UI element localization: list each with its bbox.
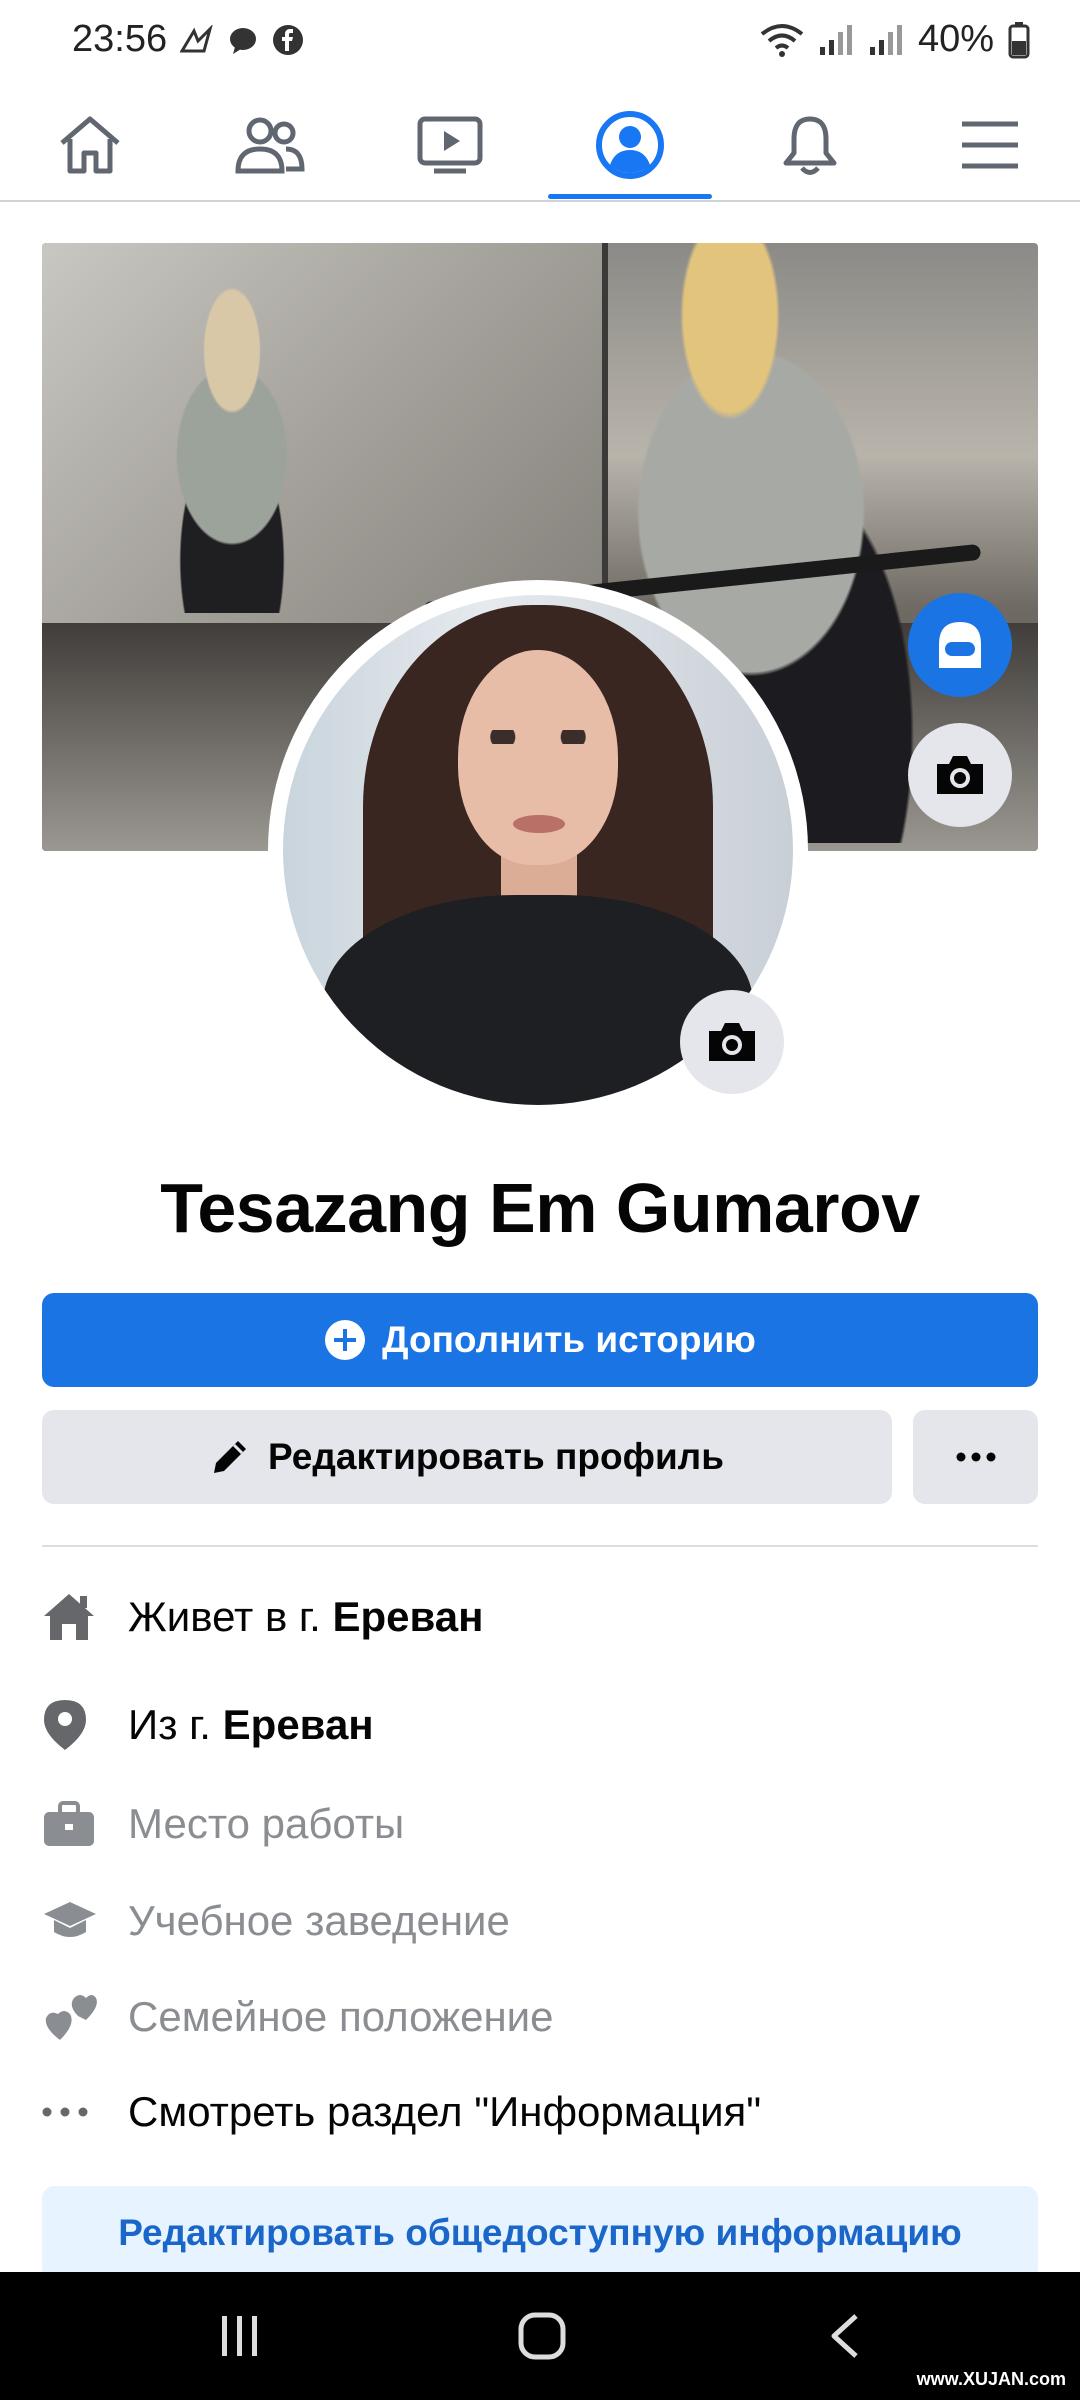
cover-person-reflection: [112, 263, 352, 613]
profile-icon: [596, 111, 664, 179]
more-dots-icon: [956, 1452, 995, 1462]
info-education[interactable]: Учебное заведение: [42, 1896, 1038, 1946]
add-to-story-label: Дополнить историю: [382, 1319, 756, 1360]
pencil-icon: [214, 1441, 247, 1473]
watermark: www.XUJAN.com: [916, 2369, 1066, 2389]
see-about-label: Смотреть раздел "Информация": [128, 2088, 762, 2135]
more-dots-icon: [42, 2107, 88, 2117]
tab-home[interactable]: [0, 90, 180, 200]
back-icon[interactable]: [828, 2312, 860, 2360]
edit-public-details-label: Редактировать общедоступную информацию: [118, 2212, 962, 2253]
avatar-lips: [513, 815, 565, 833]
profile-name: Tesazang Em Gumarov: [160, 1169, 920, 1247]
avatar-eyes: [483, 730, 593, 744]
battery-percent: 40%: [917, 18, 994, 60]
status-time: 23:56: [72, 18, 168, 60]
hearts-icon: [45, 1995, 97, 2040]
battery-icon: [1008, 21, 1030, 58]
edit-cover-photo-button[interactable]: [908, 723, 1012, 827]
add-to-story-button[interactable]: Дополнить историю: [42, 1293, 1038, 1387]
info-workplace-icon-wrap: [42, 1800, 128, 1848]
recent-apps-icon[interactable]: [218, 2314, 262, 2358]
tab-watch[interactable]: [360, 90, 540, 200]
messenger-icon: [230, 28, 256, 54]
graduation-cap-icon: [44, 1902, 96, 1937]
camera-icon: [709, 1023, 755, 1061]
video-icon: [417, 116, 483, 174]
avatar-creator-button[interactable]: [908, 593, 1012, 697]
system-navigation-bar: www.XUJAN.com: [0, 2272, 1080, 2400]
edit-profile-button[interactable]: Редактировать профиль: [42, 1410, 892, 1504]
info-workplace[interactable]: Место работы: [42, 1800, 1038, 1848]
facebook-icon: [273, 25, 303, 55]
relationship-label: Семейное положение: [128, 1993, 554, 2040]
info-lives-in-icon-wrap: [42, 1592, 128, 1642]
avatar-face-icon: [939, 622, 981, 668]
info-see-about-icon-wrap: [42, 2107, 128, 2117]
plus-circle-icon: [325, 1320, 366, 1360]
info-education-icon-wrap: [42, 1896, 128, 1946]
lives-in-prefix: Живет в г.: [128, 1593, 321, 1640]
bell-icon: [783, 116, 837, 175]
friends-icon: [235, 117, 305, 174]
status-bar: 23:56 40%: [0, 0, 1080, 86]
from-prefix: Из г.: [128, 1701, 211, 1748]
education-label: Учебное заведение: [128, 1897, 510, 1944]
status-app-icons: [180, 24, 304, 56]
edit-profile-picture-button[interactable]: [680, 990, 784, 1094]
section-divider: [42, 1545, 1038, 1547]
hamburger-icon: [962, 121, 1018, 169]
camera-icon: [937, 756, 983, 794]
active-tab-indicator: [548, 194, 712, 199]
lives-in-city[interactable]: Ереван: [332, 1593, 483, 1641]
briefcase-icon: [44, 1801, 94, 1846]
home-filled-icon: [44, 1594, 94, 1640]
tab-profile[interactable]: [540, 90, 720, 200]
home-button-icon[interactable]: [518, 2312, 566, 2360]
edit-public-details-button[interactable]: Редактировать общедоступную информацию: [42, 2186, 1038, 2280]
location-pin-icon: [44, 1700, 86, 1750]
tab-notifications[interactable]: [720, 90, 900, 200]
info-lives-in: Живет в г. Ереван: [42, 1592, 1038, 1642]
more-options-button[interactable]: [913, 1410, 1038, 1504]
from-city[interactable]: Ереван: [223, 1701, 374, 1749]
info-relationship-icon-wrap: [42, 1992, 128, 2042]
wifi-icon: [760, 23, 804, 57]
edit-profile-label: Редактировать профиль: [268, 1436, 724, 1477]
info-see-about[interactable]: Смотреть раздел "Информация": [42, 2088, 1038, 2136]
workplace-label: Место работы: [128, 1800, 405, 1847]
home-icon: [60, 116, 120, 174]
tab-menu[interactable]: [900, 90, 1080, 200]
tab-friends[interactable]: [180, 90, 360, 200]
status-system-icons: 40%: [760, 18, 1030, 61]
info-from-icon-wrap: [42, 1698, 128, 1752]
info-relationship[interactable]: Семейное положение: [42, 1992, 1038, 2042]
top-navigation: [0, 90, 1080, 202]
avatar-clothing: [323, 895, 753, 1105]
signal-icon: [869, 24, 902, 55]
signal-icon: [819, 24, 852, 55]
info-from: Из г. Ереван: [42, 1698, 1038, 1752]
wheel-of-fortune-icon: [180, 25, 213, 53]
